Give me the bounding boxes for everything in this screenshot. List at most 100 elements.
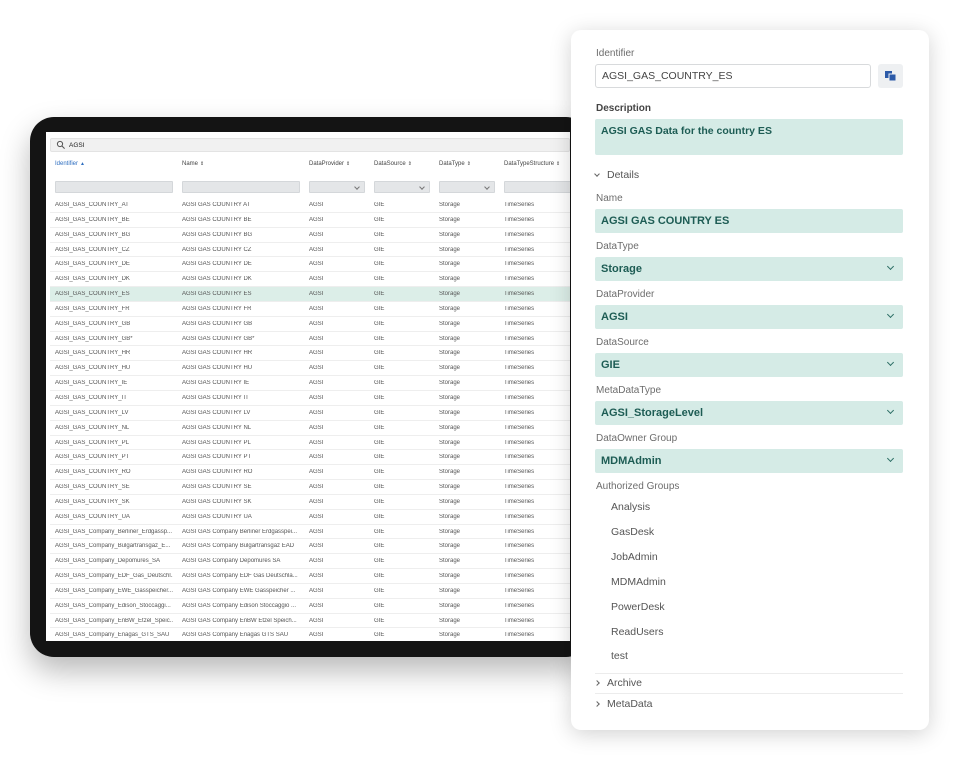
table-cell: AGSI: [309, 305, 324, 312]
table-row[interactable]: AGSI_GAS_COUNTRY_HR AGSI GAS COUNTRY HR AG…: [50, 346, 570, 362]
chevron-down-icon: [886, 310, 895, 319]
table-cell: AGSI GAS COUNTRY DK: [182, 276, 252, 283]
authorized-group-item[interactable]: JobAdmin: [611, 551, 658, 563]
table-row[interactable]: AGSI_GAS_COUNTRY_SE AGSI GAS COUNTRY SE AG…: [50, 480, 570, 495]
table-row[interactable]: AGSI_GAS_COUNTRY_GB AGSI GAS COUNTRY GB AG…: [50, 317, 570, 332]
table-row[interactable]: AGSI_GAS_COUNTRY_FR AGSI GAS COUNTRY FR AG…: [50, 302, 570, 317]
table-cell: TimeSeries: [504, 439, 535, 446]
table-cell: Storage: [439, 469, 461, 476]
table-row[interactable]: AGSI_GAS_Company_Berliner_Erdgassp... AGS…: [50, 525, 570, 540]
details-toggle[interactable]: Details: [594, 169, 639, 181]
name-field[interactable]: AGSI GAS COUNTRY ES: [595, 209, 903, 233]
table-row[interactable]: AGSI_GAS_COUNTRY_PT AGSI GAS COUNTRY PT AG…: [50, 450, 570, 466]
table-cell: AGSI GAS COUNTRY SK: [182, 498, 252, 505]
column-header[interactable]: DataTypeStructure ⇕: [504, 161, 560, 167]
filter-select[interactable]: [309, 181, 365, 193]
column-header[interactable]: Identifier ▲: [55, 161, 85, 167]
table-row[interactable]: AGSI_GAS_COUNTRY_LV AGSI GAS COUNTRY LV AG…: [50, 406, 570, 421]
identifier-field[interactable]: AGSI_GAS_COUNTRY_ES: [595, 64, 871, 88]
sort-icon: ⇕: [346, 161, 351, 167]
dataowner-select[interactable]: MDMAdmin: [595, 449, 903, 473]
chevron-down-icon: [886, 358, 895, 367]
column-header[interactable]: DataType ⇕: [439, 161, 471, 167]
column-header[interactable]: DataSource ⇕: [374, 161, 412, 167]
dataprovider-value: AGSI: [601, 311, 628, 323]
authorized-group-item[interactable]: test: [611, 650, 628, 662]
table-cell: AGSI GAS COUNTRY HR: [182, 350, 253, 357]
table-cell: Storage: [439, 231, 461, 238]
table-row[interactable]: AGSI_GAS_COUNTRY_DE AGSI GAS COUNTRY DE AG…: [50, 257, 570, 273]
table-row[interactable]: AGSI_GAS_Company_Bulgartransgaz_E... AGSI…: [50, 539, 570, 555]
table-row[interactable]: AGSI_GAS_COUNTRY_IE AGSI GAS COUNTRY IE AG…: [50, 376, 570, 391]
table-cell: TimeSeries: [504, 365, 535, 372]
table-row[interactable]: AGSI_GAS_COUNTRY_NL AGSI GAS COUNTRY NL AG…: [50, 421, 570, 436]
authorized-group-item[interactable]: PowerDesk: [611, 601, 665, 613]
table-row[interactable]: AGSI_GAS_Company_EWE_Gasspeicher... AGSI …: [50, 584, 570, 599]
table-cell: AGSI_GAS_COUNTRY_BG: [55, 231, 131, 238]
table-row[interactable]: AGSI_GAS_Company_Edison_Stoccaggi... AGSI…: [50, 599, 570, 614]
dataowner-label: DataOwner Group: [596, 433, 678, 444]
table-cell: AGSI GAS COUNTRY BE: [182, 216, 252, 223]
column-header[interactable]: Name ⇕: [182, 161, 204, 167]
authorized-group-item[interactable]: Analysis: [611, 501, 650, 513]
filter-input[interactable]: [182, 181, 300, 193]
table-cell: AGSI GAS COUNTRY AT: [182, 202, 251, 208]
archive-label: Archive: [607, 677, 643, 689]
copy-icon: [884, 71, 896, 82]
table-row[interactable]: AGSI_GAS_COUNTRY_ES AGSI GAS COUNTRY ES AG…: [50, 287, 570, 302]
description-field[interactable]: AGSI GAS Data for the country ES: [595, 119, 903, 155]
filter-select[interactable]: [374, 181, 430, 193]
table-cell: AGSI_GAS_COUNTRY_LV: [55, 409, 129, 416]
search-input[interactable]: AGSI: [50, 138, 570, 152]
table-row[interactable]: AGSI_GAS_Company_EDF_Gas_Deutschl... AGSI…: [50, 569, 570, 584]
table-row[interactable]: AGSI_GAS_COUNTRY_PL AGSI GAS COUNTRY PL AG…: [50, 436, 570, 451]
table-row[interactable]: AGSI_GAS_COUNTRY_BE AGSI GAS COUNTRY BE AG…: [50, 213, 570, 228]
column-header[interactable]: DataProvider ⇕: [309, 161, 350, 167]
copy-button[interactable]: [878, 64, 903, 88]
metadata-toggle[interactable]: MetaData: [594, 698, 653, 710]
table-cell: GIE: [374, 276, 385, 283]
table-cell: TimeSeries: [504, 216, 535, 223]
table-cell: AGSI: [309, 365, 324, 372]
table-row[interactable]: AGSI_GAS_COUNTRY_HU AGSI GAS COUNTRY HU AG…: [50, 361, 570, 377]
datasource-select[interactable]: GIE: [595, 353, 903, 377]
table-cell: AGSI_GAS_Company_EWE_Gasspeicher...: [55, 587, 173, 594]
table-cell: TimeSeries: [504, 291, 535, 298]
authorized-group-item[interactable]: GasDesk: [611, 526, 654, 538]
datatype-select[interactable]: Storage: [595, 257, 903, 281]
table-cell: TimeSeries: [504, 558, 535, 565]
authorized-group-item[interactable]: ReadUsers: [611, 626, 664, 638]
table-row[interactable]: AGSI_GAS_COUNTRY_SK AGSI GAS COUNTRY SK AG…: [50, 495, 570, 510]
archive-toggle[interactable]: Archive: [594, 677, 643, 689]
filter-select[interactable]: [439, 181, 495, 193]
table-row[interactable]: AGSI_GAS_Company_Depomures_SA AGSI GAS Co…: [50, 554, 570, 570]
table-row[interactable]: AGSI_GAS_COUNTRY_CZ AGSI GAS COUNTRY CZ AG…: [50, 243, 570, 258]
metadatatype-select[interactable]: AGSI_StorageLevel: [595, 401, 903, 425]
table-cell: Storage: [439, 513, 461, 520]
table-cell: AGSI GAS COUNTRY IT: [182, 394, 249, 401]
table-cell: GIE: [374, 617, 385, 624]
table-row[interactable]: AGSI_GAS_COUNTRY_GB* AGSI GAS COUNTRY GB*…: [50, 332, 570, 347]
filter-input[interactable]: [504, 181, 570, 193]
datatype-label: DataType: [596, 241, 639, 252]
table-cell: AGSI: [309, 335, 324, 342]
table-cell: AGSI_GAS_Company_Enagas_GTS_SAU: [55, 632, 170, 639]
table-cell: GIE: [374, 528, 385, 535]
table-row[interactable]: AGSI_GAS_Company_EnBW_Etzel_Speic... AGSI…: [50, 614, 570, 629]
dataprovider-select[interactable]: AGSI: [595, 305, 903, 329]
authorized-group-item[interactable]: MDMAdmin: [611, 576, 666, 588]
table-cell: Storage: [439, 409, 461, 416]
table-row[interactable]: AGSI_GAS_COUNTRY_BG AGSI GAS COUNTRY BG AG…: [50, 228, 570, 243]
table-row[interactable]: AGSI_GAS_Company_Enagas_GTS_SAU AGSI GAS …: [50, 628, 570, 641]
table-row[interactable]: AGSI_GAS_COUNTRY_UA AGSI GAS COUNTRY UA AG…: [50, 510, 570, 525]
table-cell: AGSI_GAS_COUNTRY_SE: [55, 484, 130, 491]
table-row[interactable]: AGSI_GAS_COUNTRY_IT AGSI GAS COUNTRY IT AG…: [50, 391, 570, 406]
column-header-label: Name: [182, 161, 199, 167]
table-row[interactable]: AGSI_GAS_COUNTRY_DK AGSI GAS COUNTRY DK AG…: [50, 272, 570, 288]
table-row[interactable]: AGSI_GAS_COUNTRY_RO AGSI GAS COUNTRY RO AG…: [50, 465, 570, 481]
table-cell: Storage: [439, 573, 461, 580]
metadatatype-label: MetaDataType: [596, 385, 662, 396]
filter-input[interactable]: [55, 181, 173, 193]
table-row[interactable]: AGSI_GAS_COUNTRY_AT AGSI GAS COUNTRY AT AG…: [50, 198, 570, 213]
column-header-label: DataSource: [374, 161, 406, 167]
